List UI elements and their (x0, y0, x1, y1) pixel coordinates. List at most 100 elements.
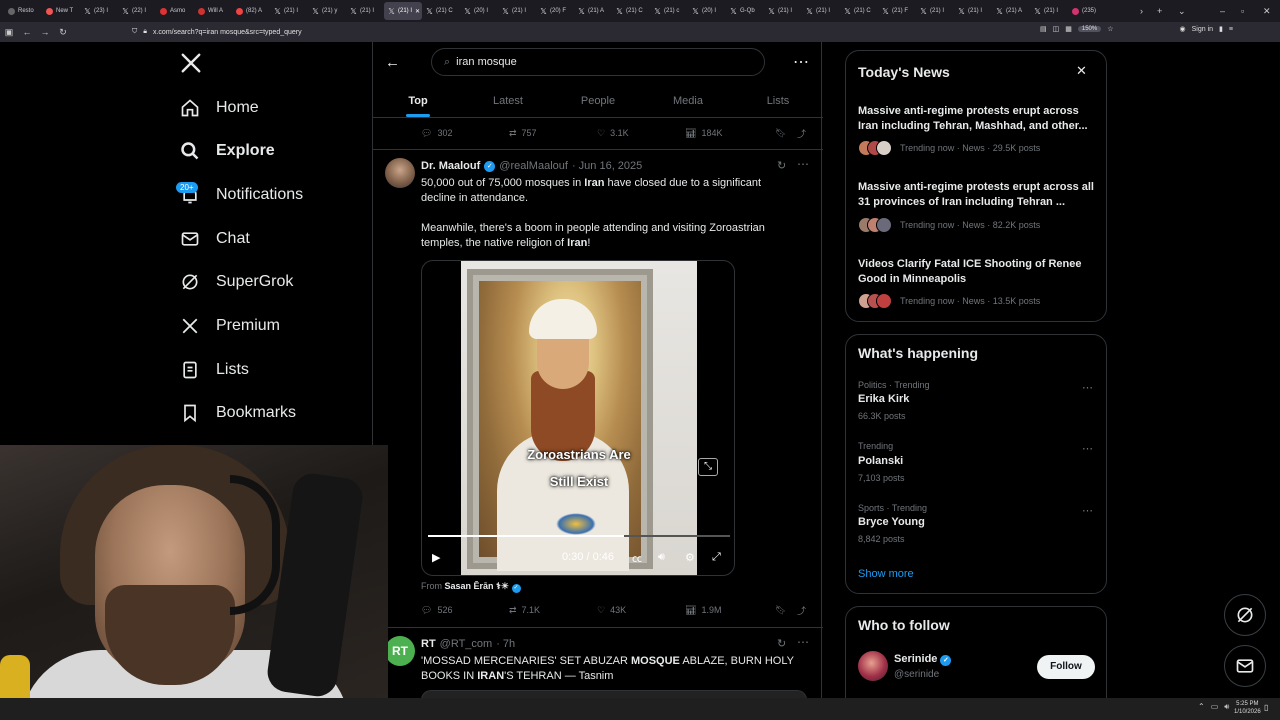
browser-tab[interactable]: 𝕏 (23) I (80, 2, 118, 20)
reply-button[interactable]: 💬︎ 526 (421, 605, 509, 616)
x-logo-icon[interactable] (180, 52, 204, 76)
author-name[interactable]: Dr. Maalouf (421, 160, 480, 172)
like-button[interactable]: ♡ 43K (597, 605, 685, 616)
trend-name[interactable]: Erika Kirk (858, 393, 909, 405)
tab-media[interactable]: Media (643, 86, 733, 117)
reader-view-icon[interactable]: ▤ (1040, 25, 1047, 33)
suggested-user-handle[interactable]: @serinide (894, 669, 939, 680)
volume-icon[interactable]: 🔊︎ (658, 551, 665, 564)
play-icon[interactable]: ▶ (432, 551, 440, 564)
author-handle[interactable]: @RT_com (440, 638, 493, 650)
trend-name[interactable]: Bryce Young (858, 516, 925, 528)
like-button[interactable]: ♡ 3.1K (597, 128, 685, 139)
browser-tab[interactable]: 𝕏 (21) C (840, 2, 878, 20)
views-button[interactable]: 📊︎ 184K (685, 128, 775, 139)
nav-explore[interactable]: Explore (180, 136, 275, 166)
source-account[interactable]: Sasan Ērān ⚕☀ (445, 581, 509, 591)
minimize-icon[interactable]: – (1220, 0, 1225, 22)
notification-center-icon[interactable]: ▯ (1264, 703, 1268, 712)
reload-icon[interactable]: ↻ (54, 27, 72, 38)
browser-tab[interactable]: New T (42, 2, 80, 20)
post-date[interactable]: · 7h (496, 638, 515, 650)
browser-tab[interactable]: 𝕏 (21) I (1030, 2, 1068, 20)
more-options-icon[interactable]: ⋯ (1082, 381, 1093, 394)
repost-button[interactable]: ⇄ 7.1K (509, 605, 597, 616)
follow-button[interactable]: Follow (1037, 655, 1095, 679)
video-progress-bar[interactable] (428, 535, 730, 537)
picture-in-picture-icon[interactable]: ◫ (1053, 25, 1060, 33)
avatar[interactable]: RT (385, 636, 415, 666)
more-options-icon[interactable]: ⋯ (1082, 442, 1093, 455)
tab-lists[interactable]: Lists (733, 86, 823, 117)
avatar[interactable] (385, 158, 415, 188)
browser-tab[interactable]: 𝕏 G-Qb (726, 2, 764, 20)
tab-list-icon[interactable]: ⌄ (1178, 0, 1186, 22)
browser-tab[interactable]: 𝕏 (21) A (574, 2, 612, 20)
avatar[interactable] (858, 651, 888, 681)
post-media[interactable] (421, 690, 807, 698)
browser-tab[interactable]: 𝕏 (21) C (422, 2, 460, 20)
messages-fab-button[interactable] (1224, 645, 1266, 687)
suggested-user[interactable]: Serinide ✓ (894, 653, 952, 666)
nav-supergrok[interactable]: SuperGrok (180, 267, 293, 297)
tab-people[interactable]: People (553, 86, 643, 117)
browser-tab[interactable]: Resto (4, 2, 42, 20)
more-options-icon[interactable]: ⋯ (793, 52, 809, 72)
tab-top[interactable]: Top (373, 86, 463, 117)
search-input[interactable]: ⌕ iran mosque (431, 48, 765, 76)
network-icon[interactable]: ▭ (1211, 702, 1219, 712)
more-options-icon[interactable]: ⋯ (797, 635, 809, 649)
account-icon[interactable]: ◉ (1180, 25, 1186, 33)
browser-tab[interactable]: 𝕏 (20) F (536, 2, 574, 20)
browser-tab[interactable]: (82) A (232, 2, 270, 20)
close-window-icon[interactable]: ✕ (1263, 0, 1271, 22)
show-more-link[interactable]: Show more (858, 568, 914, 580)
bookmark-star-icon[interactable]: ☆ (1107, 25, 1113, 33)
more-options-icon[interactable]: ⋯ (1082, 504, 1093, 517)
back-icon[interactable]: ← (18, 27, 36, 37)
settings-gear-icon[interactable]: ⚙ (685, 551, 695, 564)
browser-tab[interactable]: 𝕏 (21) c (650, 2, 688, 20)
browser-tab[interactable]: 𝕏 (21) I (270, 2, 308, 20)
browser-tab[interactable]: 𝕏 (21) y (308, 2, 346, 20)
news-item-title[interactable]: Massive anti-regime protests erupt acros… (858, 104, 1098, 134)
volume-icon[interactable]: 🔊︎ (1224, 702, 1229, 712)
browser-tab[interactable]: 𝕏 (21) I (764, 2, 802, 20)
search-query[interactable]: iran mosque (456, 56, 517, 68)
video-player[interactable]: Zoroastrians Are Still Exist ⤡ ▶ 0:30 / … (421, 260, 735, 576)
close-icon[interactable]: ✕ (1076, 63, 1087, 79)
maximize-icon[interactable]: ▫ (1241, 0, 1244, 22)
grok-fab-button[interactable] (1224, 594, 1266, 636)
sidebar-toggle-icon[interactable]: ▣ (0, 27, 18, 38)
captions-icon[interactable]: ㏄ (632, 550, 642, 565)
browser-tab[interactable]: 𝕏 (20) I (460, 2, 498, 20)
browser-tab[interactable]: Asmo (156, 2, 194, 20)
nav-notifications[interactable]: Notifications (180, 180, 303, 210)
post-date[interactable]: · Jun 16, 2025 (572, 160, 642, 172)
close-tab-icon[interactable]: ✕ (415, 8, 420, 15)
url-bar[interactable]: ⛉ 🔒︎ x.com/search?q=iran mosque&src=type… (132, 24, 302, 40)
url-text[interactable]: x.com/search?q=iran mosque&src=typed_que… (153, 29, 302, 36)
author-name[interactable]: RT (421, 638, 436, 650)
browser-tab-active[interactable]: 𝕏 (21) I ✕ (384, 2, 422, 20)
bookmark-icon[interactable]: 🔖︎ (775, 128, 797, 139)
expand-icon[interactable]: ⤡ (698, 458, 718, 476)
bookmark-icon[interactable]: 🔖︎ (775, 605, 797, 616)
repost-button[interactable]: ⇄ 757 (509, 128, 597, 139)
more-options-icon[interactable]: ⋯ (797, 157, 809, 171)
browser-tab[interactable]: 𝕏 (21) A (992, 2, 1030, 20)
nav-bookmarks[interactable]: Bookmarks (180, 398, 296, 428)
nav-home[interactable]: Home (180, 93, 259, 123)
browser-tab[interactable]: 𝕏 (21) I (916, 2, 954, 20)
reply-button[interactable]: 💬︎ 302 (421, 128, 509, 139)
clock[interactable]: 5:25 PM 1/10/2026 (1234, 700, 1261, 716)
back-arrow-icon[interactable]: ← (385, 54, 400, 71)
browser-tab[interactable]: 𝕏 (21) C (612, 2, 650, 20)
grok-icon[interactable]: ↻ (777, 637, 786, 650)
browser-tab[interactable]: 𝕏 (21) I (498, 2, 536, 20)
fullscreen-icon[interactable]: ⤢ (712, 551, 721, 564)
browser-tab[interactable]: 𝕏 (21) I (346, 2, 384, 20)
browser-tab[interactable]: 𝕏 (21) F (878, 2, 916, 20)
news-item-title[interactable]: Massive anti-regime protests erupt acros… (858, 180, 1098, 210)
grok-icon[interactable]: ↻ (777, 159, 786, 172)
